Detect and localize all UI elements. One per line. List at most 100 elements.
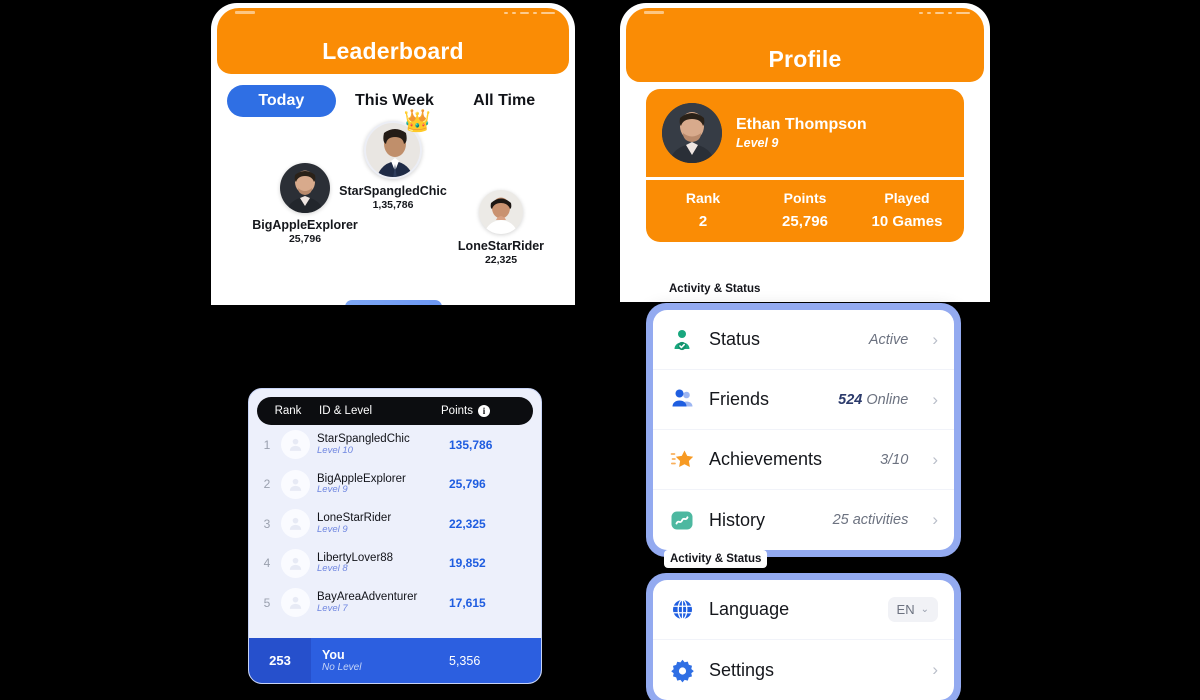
list-item-value: 3/10	[880, 451, 909, 468]
people-icon	[669, 387, 695, 412]
list-item-label: History	[709, 509, 766, 530]
list-item-value: 524 Online	[838, 392, 908, 408]
profile-summary-card: Ethan Thompson Level 9 Rank 2 Points 25,…	[646, 89, 964, 242]
stat-label: Points	[783, 190, 827, 206]
row-name: LoneStarRider	[317, 512, 392, 524]
avatar	[281, 588, 310, 618]
avatar	[281, 469, 310, 499]
person-check-icon	[669, 328, 695, 352]
row-id-level: BigAppleExplorer Level 9	[317, 473, 449, 497]
row-name: BayAreaAdventurer	[317, 591, 418, 603]
leaderboard-header: Leaderboard	[217, 8, 569, 74]
crown-icon: 👑	[403, 108, 431, 133]
chevron-right-icon: ›	[932, 660, 938, 679]
section-label-activity-status-2: Activity & Status	[664, 550, 768, 568]
profile-stats: Rank 2 Points 25,796 Played 10 Games	[646, 180, 964, 242]
table-row[interactable]: 1 StarSpangledChic Level 10 135,786	[249, 425, 541, 465]
list-item-value-text: Online	[862, 391, 909, 408]
list-item-label: Settings	[709, 659, 775, 680]
row-points: 25,796	[449, 477, 486, 492]
podium-points-third: 22,325	[484, 254, 518, 266]
page-title: Profile	[768, 46, 842, 72]
column-header-points: Points i	[441, 405, 533, 417]
list-item-achievements[interactable]: Achievements 3/10 ›	[653, 430, 954, 490]
your-rank-number: 253	[249, 638, 311, 683]
stat-value: 25,796	[782, 213, 828, 230]
page-title: Leaderboard	[322, 38, 464, 64]
table-row[interactable]: 3 LoneStarRider Level 9 22,325	[249, 504, 541, 544]
row-rank: 4	[263, 556, 271, 571]
tab-this-week[interactable]: This Week	[340, 85, 450, 117]
row-points: 19,852	[449, 556, 486, 571]
row-rank: 3	[263, 516, 271, 531]
leaderboard-phone: Leaderboard Today This Week All Time 👑 S…	[211, 3, 575, 305]
row-id-level: StarSpangledChic Level 10	[317, 433, 449, 457]
podium-winner-second[interactable]: BigAppleExplorer 25,796	[235, 163, 375, 245]
row-rank: 2	[263, 477, 271, 492]
profile-header: Profile	[626, 8, 984, 82]
avatar	[281, 509, 310, 539]
row-id-level: LibertyLover88 Level 8	[317, 552, 449, 576]
avatar	[281, 430, 310, 460]
list-item-friends[interactable]: Friends 524 Online ›	[653, 370, 954, 430]
stat-points: Points 25,796	[754, 190, 856, 230]
your-id-level: You No Level	[311, 648, 449, 674]
table-row[interactable]: 2 BigAppleExplorer Level 9 25,796	[249, 465, 541, 505]
row-level: Level 9	[317, 484, 348, 496]
avatar	[281, 548, 310, 578]
row-level: Level 7	[317, 602, 348, 614]
info-icon[interactable]: i	[477, 405, 490, 417]
list-item-label: Friends	[709, 389, 770, 409]
status-bar	[217, 8, 569, 20]
list-item-history[interactable]: History 25 activities ›	[653, 490, 954, 550]
tab-all-time[interactable]: All Time	[449, 85, 559, 117]
list-item-value: 25 activities	[832, 512, 909, 528]
podium-winner-third[interactable]: LoneStarRider 22,325	[441, 190, 561, 266]
row-level: Level 8	[317, 563, 348, 575]
chevron-right-icon: ›	[932, 510, 938, 529]
tab-today[interactable]: Today	[227, 85, 336, 117]
section-label-activity-status: Activity & Status	[663, 280, 767, 298]
status-bar-time	[644, 11, 664, 14]
podium-name-second: BigAppleExplorer	[252, 218, 358, 232]
table-body: 1 StarSpangledChic Level 10 135,786 2 Bi…	[249, 425, 541, 623]
profile-user-block[interactable]: Ethan Thompson Level 9	[646, 89, 964, 177]
table-row[interactable]: 4 LibertyLover88 Level 8 19,852	[249, 544, 541, 584]
list-item-value: Active	[868, 331, 909, 348]
your-rank-row[interactable]: 253 You No Level 5,356	[249, 638, 541, 683]
row-points: 135,786	[449, 437, 493, 452]
podium-points-second: 25,796	[288, 233, 322, 245]
row-id-level: LoneStarRider Level 9	[317, 512, 449, 536]
row-level: Level 9	[317, 523, 348, 535]
avatar	[280, 163, 330, 213]
list-item-status[interactable]: Status Active ›	[653, 310, 954, 370]
row-level: Level 10	[317, 444, 353, 456]
profile-phone: Profile Ethan Thompson Level 9 Rank 2 Po…	[620, 3, 990, 302]
your-points: 5,356	[449, 653, 481, 668]
chevron-down-icon: ⌄	[920, 604, 929, 615]
row-points: 17,615	[449, 595, 486, 610]
language-select[interactable]: EN ⌄	[887, 597, 938, 622]
stat-label: Played	[884, 190, 930, 206]
list-item-label: Status	[709, 329, 761, 349]
your-level: No Level	[322, 661, 362, 673]
activity-status-card: Status Active › Friends 524 Online › Ach…	[646, 303, 961, 557]
column-header-rank: Rank	[274, 405, 302, 417]
list-item-language[interactable]: Language EN ⌄	[653, 580, 954, 640]
table-header: Rank ID & Level Points i	[257, 397, 533, 425]
avatar	[479, 190, 523, 234]
list-item-label: Achievements	[709, 449, 823, 469]
table-row[interactable]: 5 BayAreaAdventurer Level 7 17,615	[249, 583, 541, 623]
gear-icon	[669, 658, 695, 683]
chevron-right-icon: ›	[932, 389, 938, 409]
list-item-settings[interactable]: Settings ›	[653, 640, 954, 700]
list-item-label: Language	[709, 599, 790, 619]
status-bar	[626, 8, 984, 20]
podium-name-third: LoneStarRider	[457, 239, 545, 253]
leaderboard-tabs: Today This Week All Time	[211, 85, 575, 117]
profile-level: Level 9	[736, 136, 779, 150]
globe-icon	[669, 597, 695, 622]
chart-wave-icon	[669, 508, 695, 533]
status-bar-indicators	[919, 12, 970, 14]
language-value: EN	[896, 602, 915, 617]
